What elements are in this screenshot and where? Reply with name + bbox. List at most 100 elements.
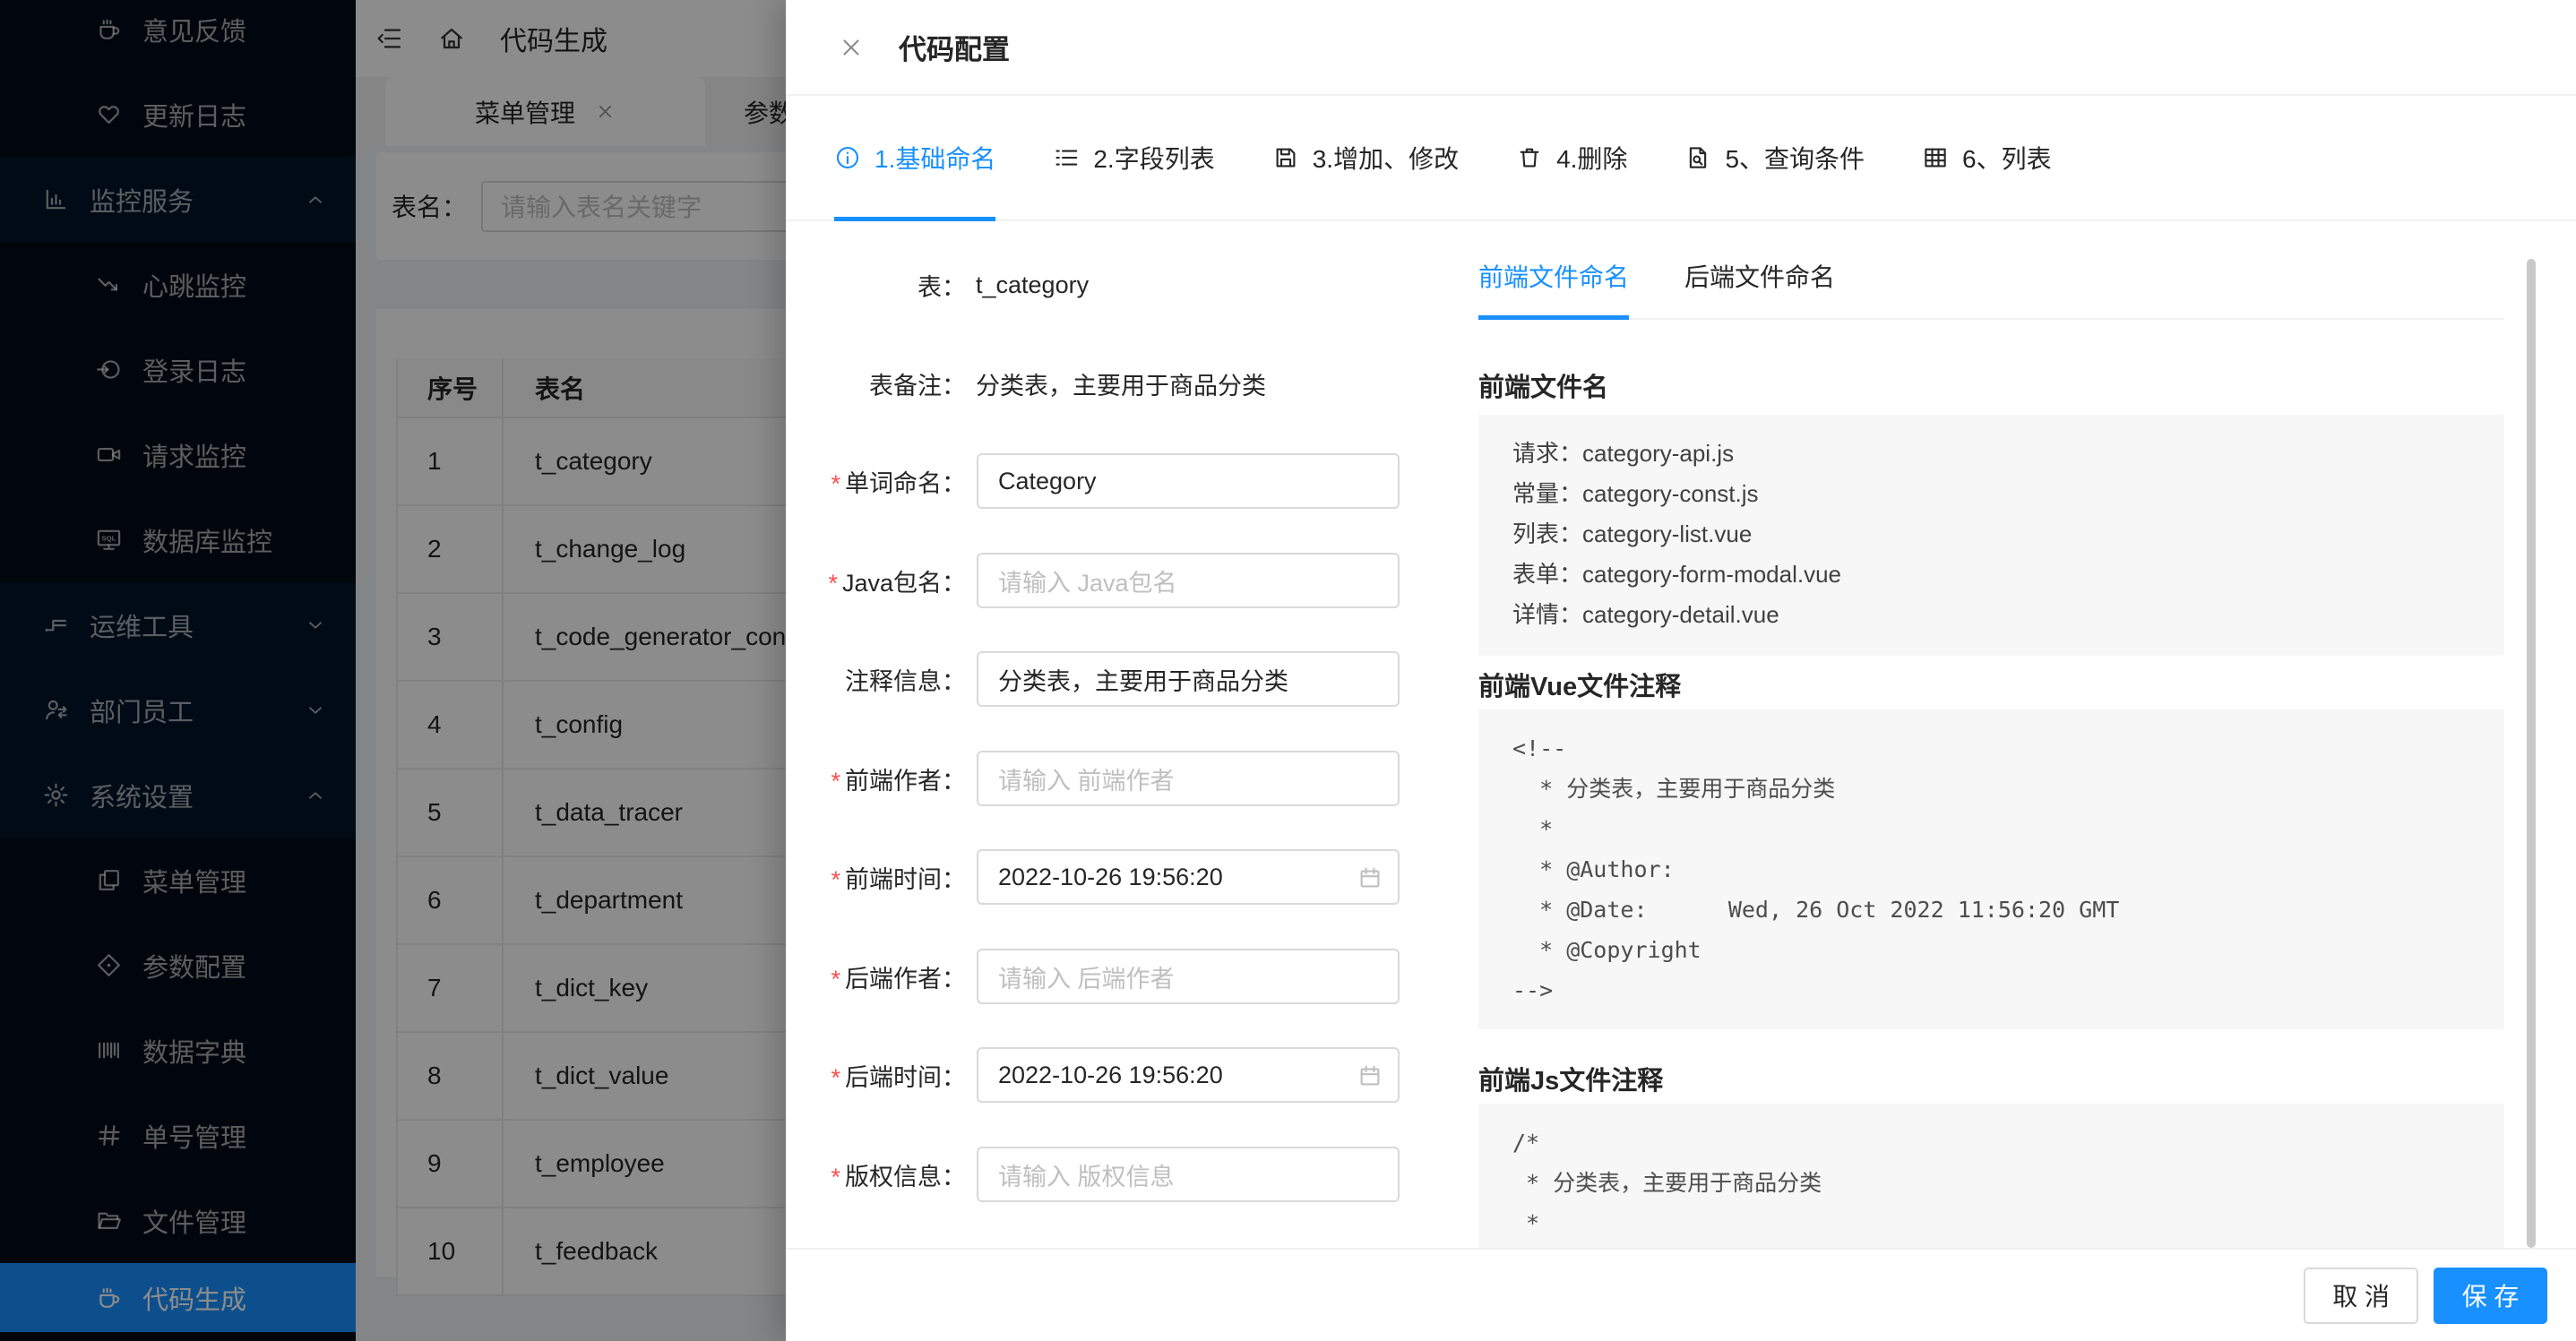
required-asterisk: * (831, 1064, 840, 1091)
input-value: 2022-10-26 19:56:20 (998, 864, 1223, 891)
file-naming-tab-0[interactable]: 前端文件命名 (1478, 258, 1629, 318)
section-heading: 前端文件名 (1478, 366, 1608, 404)
file-list-line: 列表：category-list.vue (1512, 514, 2470, 554)
field-label: *后端时间： (786, 1058, 966, 1093)
file-list-line: 请求：category-api.js (1512, 434, 2470, 474)
field-input-8[interactable]: 2022-10-26 19:56:20 (977, 1047, 1400, 1103)
section-file-list: 请求：category-api.js常量：category-const.js列表… (1478, 415, 2504, 656)
info-circle-icon (834, 144, 861, 171)
form-row-3: *Java包名： 请输入 Java包名 (786, 553, 1400, 608)
field-input-6[interactable]: 2022-10-26 19:56:20 (977, 849, 1400, 905)
step-tab-label: 1.基础命名 (874, 140, 995, 176)
form-row-8: *后端时间： 2022-10-26 19:56:20 (786, 1047, 1400, 1103)
code-line: * (1512, 809, 2470, 849)
required-asterisk: * (831, 470, 840, 497)
close-icon[interactable] (838, 34, 865, 61)
file-list-line: 详情：category-detail.vue (1512, 595, 2470, 635)
file-list-line: 常量：category-const.js (1512, 474, 2470, 514)
code-line: --> (1512, 970, 2470, 1010)
step-tab-2[interactable]: 2.字段列表 (1053, 96, 1214, 219)
field-label: *前端时间： (786, 860, 966, 895)
section-code-block: <!-- * 分类表，主要用于商品分类 * * @Author: * @Date… (1478, 709, 2504, 1029)
form-row-4: 注释信息： 分类表，主要用于商品分类 (786, 651, 1400, 707)
section-heading: 前端Js文件注释 (1478, 1060, 1663, 1097)
field-label: *Java包名： (786, 563, 966, 598)
form-row-7: *后端作者： 请输入 后端作者 (786, 949, 1400, 1004)
field-input-2[interactable]: Category (977, 453, 1400, 509)
step-tab-label: 3.增加、修改 (1313, 140, 1459, 176)
field-label: *后端作者： (786, 959, 966, 994)
code-line: * @Date: Wed, 26 Oct 2022 11:56:20 GMT (1512, 890, 2470, 930)
field-label: *版权信息： (786, 1157, 966, 1192)
form-row-1: 表备注： 分类表，主要用于商品分类 (786, 356, 1266, 411)
step-tab-label: 2.字段列表 (1093, 140, 1214, 176)
drawer-scrollbar[interactable] (2527, 259, 2536, 1248)
input-placeholder: 请输入 Java包名 (998, 563, 1177, 598)
input-value: 2022-10-26 19:56:20 (998, 1062, 1223, 1089)
field-label: *单词命名： (786, 464, 966, 499)
input-placeholder: 请输入 前端作者 (998, 761, 1175, 796)
field-input-5[interactable]: 请输入 前端作者 (977, 751, 1400, 806)
drawer-body: 表： t_category 表备注： 分类表，主要用于商品分类 *单词命名： Catego… (786, 221, 2576, 1248)
calendar-icon (1357, 1062, 1383, 1089)
section-code-block: /* * 分类表，主要用于商品分类 * * @Author: (1478, 1104, 2504, 1248)
file-naming-tabs: 前端文件命名后端文件命名 (1478, 221, 2504, 320)
code-line: * 分类表，主要用于商品分类 (1512, 769, 2470, 809)
save-icon (1272, 144, 1299, 171)
form-row-9: *版权信息： 请输入 版权信息 (786, 1147, 1400, 1202)
code-line: * (1512, 1203, 2470, 1243)
required-asterisk: * (831, 866, 840, 893)
delete-icon (1516, 144, 1543, 171)
step-tab-6[interactable]: 6、列表 (1922, 96, 2052, 219)
step-tab-4[interactable]: 4.删除 (1516, 96, 1627, 219)
field-input-7[interactable]: 请输入 后端作者 (977, 949, 1400, 1004)
step-tab-label: 6、列表 (1962, 140, 2052, 176)
code-config-drawer: 代码配置 1.基础命名 2.字段列表 3.增加、修改 4.删除 5、查询条件 6、列表 表… (786, 0, 2576, 1341)
drawer-footer: 取 消 保 存 (786, 1248, 2576, 1341)
step-tab-1[interactable]: 1.基础命名 (834, 96, 995, 219)
drawer-header: 代码配置 (786, 0, 2576, 96)
field-label: 表： (786, 268, 966, 303)
field-label: 表备注： (786, 366, 966, 401)
form-row-0: 表： t_category (786, 257, 1089, 313)
save-button[interactable]: 保 存 (2434, 1268, 2547, 1324)
required-asterisk: * (831, 768, 840, 795)
field-label: 注释信息： (786, 662, 966, 697)
cancel-button[interactable]: 取 消 (2304, 1268, 2418, 1324)
input-value: Category (998, 468, 1097, 495)
step-tab-label: 4.删除 (1556, 140, 1627, 176)
form-row-5: *前端作者： 请输入 前端作者 (786, 751, 1400, 806)
input-value: 分类表，主要用于商品分类 (998, 662, 1288, 697)
step-tabs: 1.基础命名 2.字段列表 3.增加、修改 4.删除 5、查询条件 6、列表 (786, 96, 2576, 221)
file-naming-tab-1[interactable]: 后端文件命名 (1684, 258, 1835, 318)
step-tab-3[interactable]: 3.增加、修改 (1272, 96, 1459, 219)
step-tab-5[interactable]: 5、查询条件 (1684, 96, 1865, 219)
required-asterisk: * (831, 1164, 840, 1191)
table-icon (1922, 144, 1949, 171)
code-line: * @Copyright (1512, 930, 2470, 970)
code-line: * @Author: (1512, 849, 2470, 890)
file-naming-panel: 前端文件命名后端文件命名 前端文件名请求：category-api.js常量：c… (1478, 221, 2504, 1248)
form-row-2: *单词命名： Category (786, 453, 1400, 509)
required-asterisk: * (828, 570, 838, 597)
drawer-title: 代码配置 (899, 27, 1010, 67)
field-value: t_category (976, 271, 1089, 299)
step-tab-label: 5、查询条件 (1725, 140, 1865, 176)
section-heading: 前端Vue文件注释 (1478, 666, 1681, 703)
code-line: /* (1512, 1122, 2470, 1163)
form-row-6: *前端时间： 2022-10-26 19:56:20 (786, 849, 1400, 905)
input-placeholder: 请输入 版权信息 (998, 1157, 1175, 1192)
field-label: *前端作者： (786, 761, 966, 796)
code-line: <!-- (1512, 728, 2470, 769)
code-line: * 分类表，主要用于商品分类 (1512, 1163, 2470, 1203)
file-search-icon (1684, 144, 1711, 171)
calendar-icon (1357, 864, 1383, 891)
field-input-4[interactable]: 分类表，主要用于商品分类 (977, 651, 1400, 707)
field-value: 分类表，主要用于商品分类 (976, 366, 1266, 401)
required-asterisk: * (831, 966, 840, 993)
file-list-line: 表单：category-form-modal.vue (1512, 554, 2470, 595)
field-input-3[interactable]: 请输入 Java包名 (977, 553, 1400, 608)
input-placeholder: 请输入 后端作者 (998, 959, 1175, 994)
drawer-mask[interactable] (0, 0, 786, 1341)
field-input-9[interactable]: 请输入 版权信息 (977, 1147, 1400, 1202)
